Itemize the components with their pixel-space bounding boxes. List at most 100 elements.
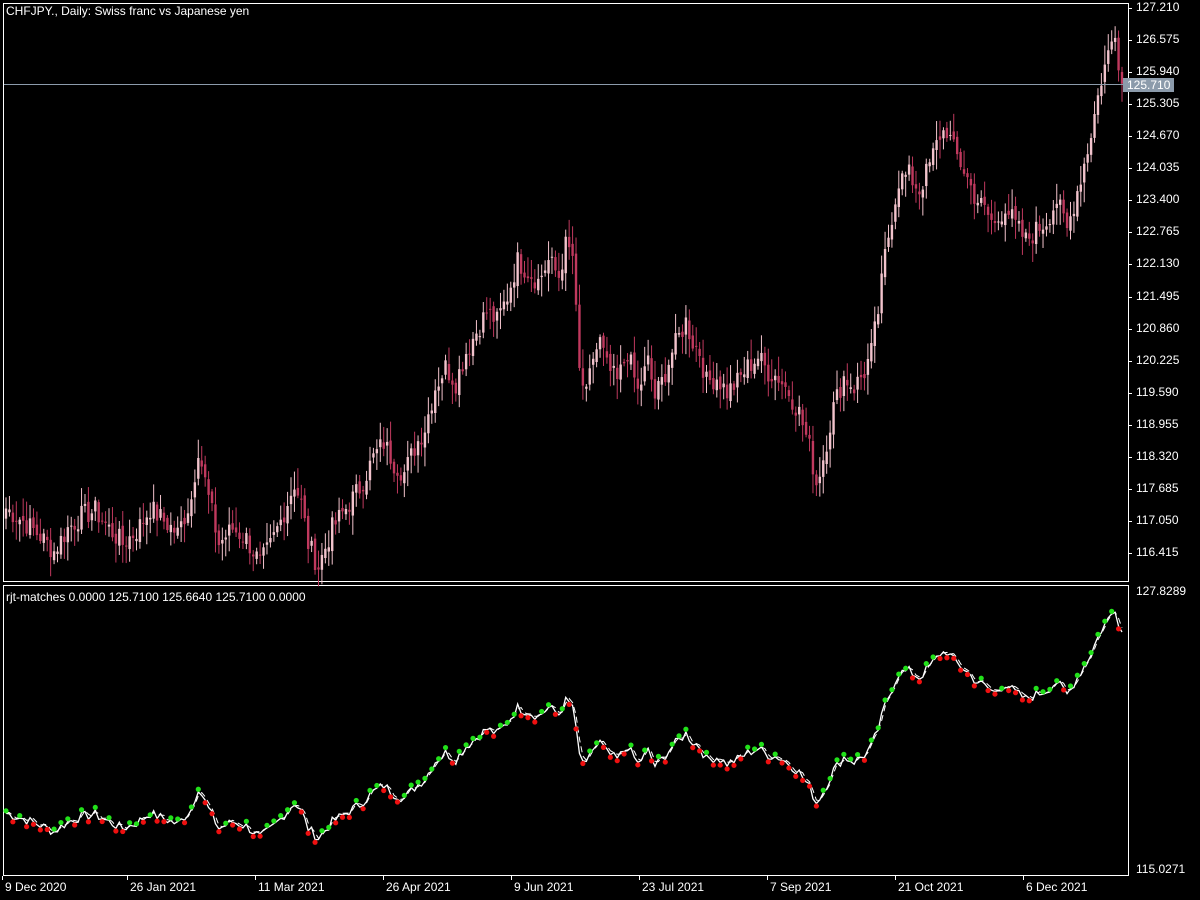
candle-body — [114, 533, 118, 544]
candle-body — [272, 532, 276, 535]
candle-body — [46, 536, 49, 541]
indicator-dot-up — [854, 751, 861, 758]
candle-body — [794, 412, 797, 416]
indicator-dot-down — [944, 655, 950, 661]
indicator-dot-down — [793, 773, 799, 779]
chart-window: CHFJPY., Daily: Swiss franc vs Japanese … — [0, 0, 1200, 900]
candle-body — [162, 512, 166, 522]
y-tick-label: 118.320 — [1136, 448, 1179, 463]
candle-body — [416, 441, 420, 456]
indicator-dot-down — [690, 745, 696, 751]
indicator-dot-up — [223, 820, 229, 826]
candle-body — [94, 500, 97, 512]
candle-body — [166, 517, 169, 531]
indicator-dot-down — [216, 829, 222, 835]
candle-body — [385, 441, 389, 446]
indicator-dot-down — [738, 756, 744, 762]
x-tick-label: 21 Oct 2021 — [898, 880, 964, 894]
current-price-badge: 125.710 — [1123, 77, 1175, 92]
candle-body — [571, 243, 574, 256]
candle-body — [258, 554, 262, 556]
indicator-dot-up — [168, 815, 174, 821]
candle-body — [320, 554, 324, 570]
candle-body — [1048, 224, 1052, 226]
indicator-dot-down — [1026, 698, 1032, 704]
candle-body — [104, 521, 107, 523]
candle-body — [379, 439, 382, 448]
indicator-dot-up — [374, 782, 380, 789]
candle-body — [228, 524, 231, 536]
indicator-dot-down — [786, 765, 792, 771]
indicator-dot-down — [120, 828, 126, 835]
candle-body — [348, 509, 351, 512]
indicator-dot-down — [230, 822, 236, 828]
candle-body — [1031, 240, 1034, 244]
candle-body — [846, 379, 849, 386]
candle-body — [547, 260, 550, 274]
candle-body — [914, 184, 918, 189]
candle-body — [358, 481, 361, 494]
candle-body — [190, 499, 193, 517]
x-tick-label: 26 Jan 2021 — [130, 880, 197, 894]
candle-body — [852, 389, 856, 394]
candle-body — [787, 390, 791, 397]
candle-body — [928, 162, 931, 167]
indicator-dot-down — [333, 820, 339, 826]
candle-body — [715, 379, 719, 391]
candle-body — [791, 399, 794, 410]
indicator-dot-up — [477, 734, 483, 740]
indicator-dot-down — [1061, 687, 1067, 693]
indicator-dot-up — [868, 737, 874, 743]
candle-body — [327, 547, 330, 552]
candle-body — [1052, 210, 1055, 225]
candle-body — [701, 357, 705, 378]
candle-body — [193, 482, 197, 498]
indicator-dot-up — [422, 775, 428, 781]
candle-body — [949, 135, 952, 137]
y-tick-label: 125.305 — [1136, 96, 1180, 111]
candle-body — [87, 501, 90, 522]
candle-body — [111, 523, 114, 538]
candle-body — [375, 449, 379, 454]
candle-body — [832, 402, 835, 435]
indicator-y-tick-label: 127.8289 — [1136, 584, 1187, 598]
candle-body — [966, 173, 969, 178]
indicator-dot-up — [1040, 689, 1046, 695]
indicator-dot-up — [470, 735, 476, 741]
indicator-dot-up — [127, 820, 133, 826]
indicator-line-main — [5, 611, 1123, 841]
indicator-dot-up — [175, 816, 181, 822]
candle-body — [784, 382, 787, 387]
candle-body — [725, 384, 729, 399]
indicator-dot-down — [580, 760, 586, 767]
indicator-dot-up — [923, 661, 929, 667]
indicator-dot-up — [442, 744, 449, 751]
candle-body — [664, 373, 667, 383]
candle-body — [25, 520, 28, 534]
candle-body — [331, 517, 334, 552]
indicator-dot-up — [1074, 672, 1080, 678]
candle-body — [695, 345, 698, 347]
candle-body — [811, 440, 815, 475]
candle-body — [684, 317, 688, 335]
candle-body — [482, 312, 485, 333]
candle-body — [513, 282, 516, 288]
candle-body — [526, 276, 530, 279]
candle-body — [839, 386, 842, 398]
candle-body — [722, 383, 725, 388]
candle-body — [849, 387, 852, 389]
indicator-dot-up — [319, 828, 325, 834]
candle-body — [780, 381, 784, 385]
indicator-dot-up — [1033, 685, 1039, 691]
candle-body — [1062, 199, 1065, 214]
candles-layer — [4, 26, 1124, 587]
indicator-dot-down — [532, 719, 538, 725]
candle-body — [523, 272, 526, 278]
candle-body — [1004, 213, 1007, 226]
candle-body — [622, 361, 626, 364]
candle-body — [355, 484, 358, 493]
candle-body — [471, 338, 475, 356]
indicator-dot-up — [195, 786, 201, 792]
candle-body — [454, 382, 458, 394]
indicator-dot-up — [683, 726, 689, 732]
